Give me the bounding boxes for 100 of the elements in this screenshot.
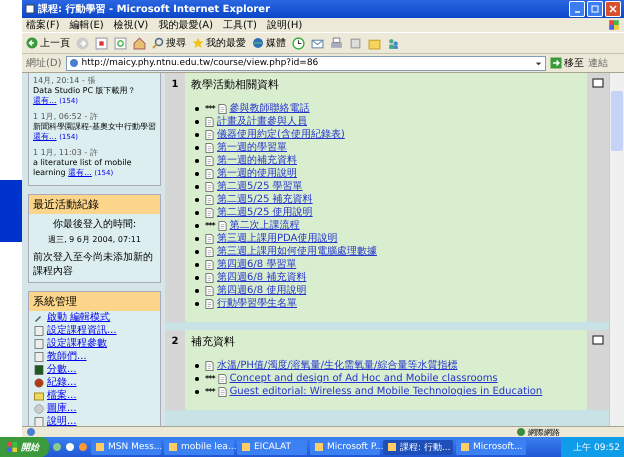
back-arrow-icon: [26, 37, 38, 49]
bullet-icon: [195, 198, 199, 202]
admin-link[interactable]: 紀錄...: [47, 377, 77, 388]
document-icon: [34, 416, 44, 426]
resource-link[interactable]: 第三週上課用如何使用電腦處理數據: [217, 245, 377, 258]
menu-item[interactable]: 我的最愛(A): [158, 18, 213, 32]
admin-link[interactable]: 圖庫...: [47, 403, 77, 414]
home-icon[interactable]: [133, 36, 146, 50]
resource-link[interactable]: 第一週的使用說明: [217, 167, 297, 180]
taskbar-button[interactable]: mobile lea...: [164, 440, 234, 454]
menu-item[interactable]: 編輯(E): [70, 18, 104, 32]
more-link[interactable]: 還有...: [33, 96, 57, 105]
section-title: 補充資料: [191, 334, 236, 349]
print-icon[interactable]: [330, 36, 343, 50]
people-icon[interactable]: [387, 36, 400, 50]
activity-note: 前次登入至今尚未添加新的課程內容: [32, 250, 154, 279]
folder-icon[interactable]: [368, 36, 381, 50]
document-icon: [205, 260, 214, 270]
bullet-icon: [195, 158, 199, 162]
admin-link[interactable]: 設定課程參數: [47, 338, 107, 349]
bullet-icon: [195, 184, 199, 188]
clock: 上午 09:52: [573, 442, 620, 454]
folder-icon: [34, 390, 44, 400]
section-number: 2: [170, 335, 180, 347]
admin-link[interactable]: 分數...: [47, 364, 77, 375]
history-icon[interactable]: [292, 36, 305, 50]
resource-link[interactable]: 水溫/PH值/濁度/溶氧量/生化需氧量/綜合量等水質指標: [217, 359, 458, 372]
resource-link[interactable]: 第二週5/25 補充資料: [217, 193, 313, 206]
resource-link[interactable]: 第四週6/8 學習單: [217, 258, 296, 271]
document-icon: [205, 286, 214, 296]
menu-item[interactable]: 檢視(V): [114, 18, 148, 32]
document-icon: [205, 208, 214, 218]
document-icon: [205, 142, 214, 152]
globe-icon: [516, 427, 526, 437]
admin-link[interactable]: 教師們...: [47, 351, 87, 362]
admin-link[interactable]: 檔案...: [47, 390, 77, 401]
start-button[interactable]: 開始: [0, 437, 49, 457]
resource-link[interactable]: Concept and design of Ad Hoc and Mobile classrooms: [230, 372, 498, 385]
taskbar-button[interactable]: 課程: 行動...: [383, 440, 453, 454]
resource-link[interactable]: 儀器使用約定(含使用紀錄表): [217, 128, 345, 141]
bullet-icon: [195, 390, 199, 394]
close-icon: [608, 4, 618, 14]
more-link[interactable]: 還有...: [68, 168, 92, 177]
app-icon: [95, 442, 105, 452]
bullet-icon: [195, 276, 199, 280]
scrollbar[interactable]: [609, 73, 624, 426]
resource-link[interactable]: 第三週上課用PDA使用說明: [217, 232, 338, 245]
maximize-button[interactable]: [587, 1, 603, 17]
more-link[interactable]: 還有...: [33, 132, 57, 141]
document-icon: [205, 246, 214, 256]
resource-link[interactable]: 第一週的學習單: [217, 141, 287, 154]
resource-link[interactable]: 第四週6/8 使用說明: [217, 284, 306, 297]
links-button[interactable]: 連結: [588, 56, 608, 70]
address-field[interactable]: http://maicy.phy.ntnu.edu.tw/course/view.php?id=86: [66, 56, 546, 70]
resource-link[interactable]: 行動學習學生名單: [217, 297, 297, 310]
resource-link[interactable]: 第二次上課流程: [230, 219, 300, 232]
menu-item[interactable]: 工具(T): [223, 18, 257, 32]
bullet-icon: [195, 210, 199, 214]
media-button[interactable]: 媒體: [252, 36, 286, 50]
go-button[interactable]: 移至: [550, 56, 584, 70]
admin-link[interactable]: 設定課程資訊...: [47, 325, 117, 336]
menu-item[interactable]: 說明(H): [266, 18, 302, 32]
menu-item[interactable]: 檔案(F): [26, 18, 60, 32]
taskbar-button[interactable]: Microsoft P...: [310, 440, 380, 454]
resource-link[interactable]: 第四週6/8 補充資料: [217, 271, 306, 284]
minimize-button[interactable]: [569, 1, 585, 17]
document-icon: [205, 360, 214, 370]
maximize-icon: [590, 4, 600, 14]
bullet-icon: [195, 132, 199, 136]
back-button[interactable]: 上一頁: [26, 36, 70, 50]
taskbar-button[interactable]: MSN Mess...: [91, 440, 161, 454]
resource-link[interactable]: 參與教師聯絡電話: [230, 102, 310, 115]
app-icon: [241, 442, 251, 452]
taskbar-button[interactable]: Microsoft...: [456, 440, 526, 454]
hidden-marker: ***: [205, 220, 215, 232]
app-icon: [314, 442, 324, 452]
resource-link[interactable]: 第二週5/25 使用說明: [217, 206, 313, 219]
favorites-button[interactable]: 我的最愛: [192, 36, 246, 50]
taskbar-button[interactable]: EICALAT: [237, 440, 307, 454]
admin-link[interactable]: 說明...: [47, 416, 77, 426]
close-button[interactable]: [605, 1, 621, 17]
stop-icon[interactable]: [95, 36, 108, 50]
hidden-marker: ***: [205, 386, 215, 398]
collapse-icon[interactable]: [592, 335, 604, 345]
resource-link[interactable]: 第二週5/25 學習單: [217, 180, 303, 193]
app-icon: [168, 442, 178, 452]
refresh-icon[interactable]: [114, 36, 127, 50]
news-meta: 1 1月, 11:03 - 許: [33, 147, 99, 158]
app-icon: [460, 442, 470, 452]
search-icon: [152, 37, 164, 49]
resource-link[interactable]: 第一週的補充資料: [217, 154, 297, 167]
admin-link[interactable]: 啟動 編輯模式: [47, 312, 110, 323]
search-button[interactable]: 搜尋: [152, 36, 186, 50]
windows-logo-icon: [6, 441, 18, 453]
security-zone: 網際網路: [516, 426, 560, 438]
resource-link[interactable]: 計畫及計畫參與人員: [217, 115, 307, 128]
hidden-marker: ***: [205, 373, 215, 385]
collapse-icon[interactable]: [592, 78, 604, 88]
mail-icon[interactable]: [311, 36, 324, 50]
resource-link[interactable]: Guest editorial: Wireless and Mobile Technologies in Education: [230, 385, 542, 398]
